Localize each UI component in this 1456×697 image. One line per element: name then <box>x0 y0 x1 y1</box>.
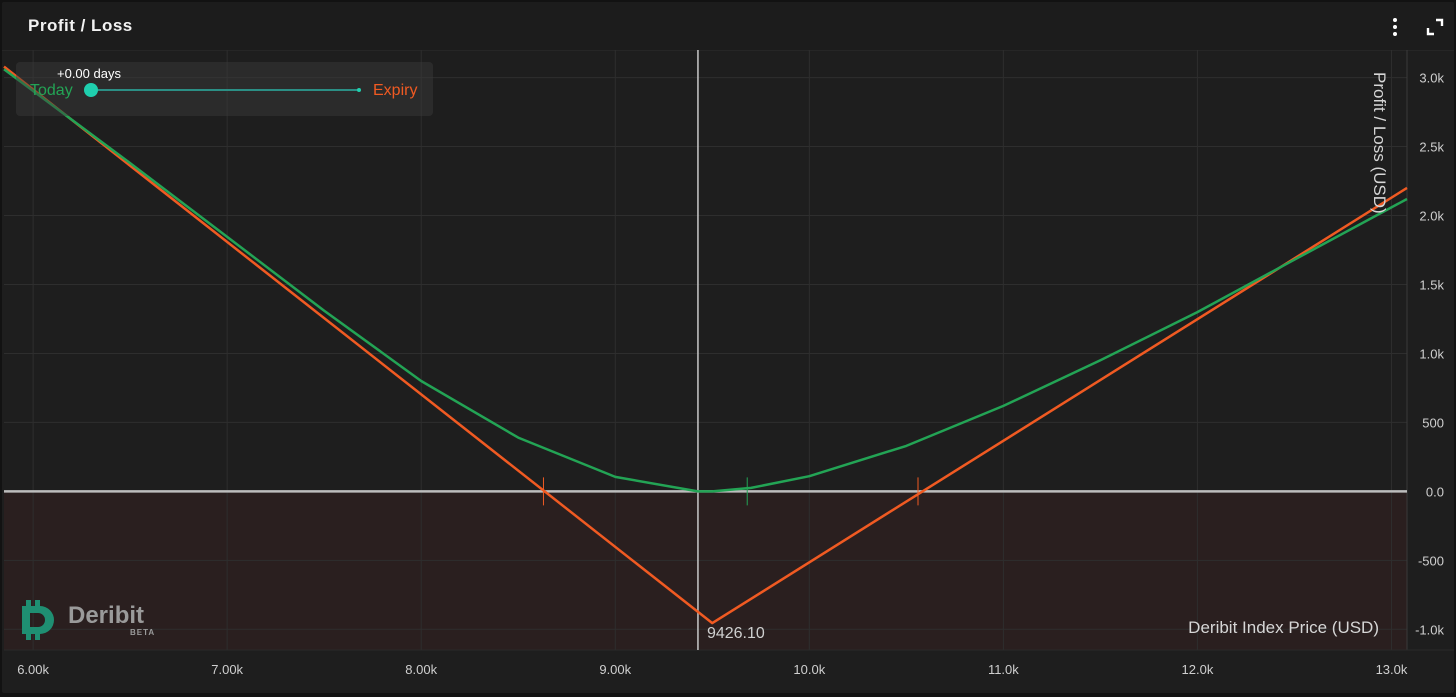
x-tick-label: 6.00k <box>17 662 49 677</box>
pnl-chart[interactable]: 6.00k 7.00k 8.00k 9.00k 10.0k 11.0k 12.0k 13.0k… <box>2 50 1454 693</box>
y-tick-label: -1.0k <box>1415 622 1444 637</box>
days-slider-thumb[interactable] <box>84 83 98 97</box>
x-tick-label: 10.0k <box>793 662 825 677</box>
x-axis-title: Deribit Index Price (USD) <box>1188 618 1379 637</box>
y-axis-title: Profit / Loss (USD) <box>1370 72 1389 214</box>
y-tick-label: 1.0k <box>1419 346 1444 361</box>
series-line-today <box>3 68 1408 493</box>
x-tick-label: 9.00k <box>599 662 631 677</box>
price-cursor-label: 9426.10 <box>707 625 765 642</box>
today-label[interactable]: Today <box>30 82 73 100</box>
days-offset-label: +0.00 days <box>57 66 121 81</box>
y-tick-label: 2.0k <box>1419 209 1444 224</box>
logo-wordmark: Deribit <box>68 602 145 629</box>
y-tick-label: 2.5k <box>1419 140 1444 155</box>
days-slider-track[interactable] <box>92 89 360 91</box>
x-tick-label: 11.0k <box>988 662 1019 677</box>
widget-header: Profit / Loss <box>2 2 1454 51</box>
logo-beta-badge: BETA <box>130 628 156 637</box>
pnl-widget: Profit / Loss 6.00k 7.00k 8.00k 9.00k 10.0k 1… <box>2 2 1454 693</box>
x-tick-label: 7.00k <box>211 662 243 677</box>
x-tick-label: 13.0k <box>1376 662 1408 677</box>
y-tick-label: -500 <box>1418 553 1444 568</box>
y-tick-label: 3.0k <box>1419 71 1444 86</box>
deribit-logo: Deribit BETA <box>18 600 168 642</box>
expiry-label[interactable]: Expiry <box>373 82 417 100</box>
y-tick-label: 1.5k <box>1419 277 1444 292</box>
x-tick-label: 12.0k <box>1182 662 1214 677</box>
y-tick-label: 0.0 <box>1426 484 1444 499</box>
expand-corners-icon[interactable] <box>1424 16 1446 38</box>
vertical-dots-icon[interactable] <box>1384 14 1406 40</box>
x-tick-label: 8.00k <box>405 662 437 677</box>
slider-end-marker <box>357 88 361 92</box>
y-tick-label: 500 <box>1422 415 1444 430</box>
widget-title: Profit / Loss <box>28 16 133 35</box>
days-slider-panel: +0.00 days Today Expiry <box>16 62 433 116</box>
deribit-logo-icon <box>22 600 54 640</box>
